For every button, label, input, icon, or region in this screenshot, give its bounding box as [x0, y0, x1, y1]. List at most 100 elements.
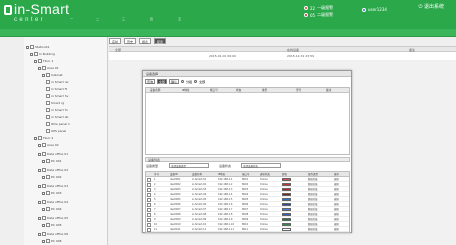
tree-item[interactable]: in Smart hv — [46, 93, 68, 99]
query-button[interactable]: 查询 — [145, 79, 156, 84]
nav-item-1[interactable]: 一 — [70, 17, 73, 21]
tree-checkbox[interactable] — [46, 239, 50, 243]
tree-item[interactable]: Area 02 — [38, 142, 59, 148]
tree-expand-icon[interactable] — [38, 66, 41, 70]
tree-item[interactable]: PC 004 — [42, 206, 62, 212]
tree-checkbox[interactable] — [46, 129, 50, 133]
row-checkbox[interactable] — [147, 192, 151, 197]
tree-item[interactable]: Data office 02 — [38, 167, 68, 173]
color-swatch[interactable] — [282, 223, 291, 226]
nav-item-5[interactable]: 五 — [178, 17, 181, 21]
tree-item[interactable]: Cabinet — [42, 72, 63, 78]
tree-item[interactable]: PC 006 — [42, 238, 62, 244]
tree-expand-icon[interactable] — [38, 232, 41, 236]
row-checkbox[interactable] — [147, 227, 151, 232]
tree-checkbox[interactable] — [42, 200, 46, 204]
tree-item[interactable]: PC 002 — [42, 174, 62, 180]
tree-item[interactable]: Data office 05 — [38, 215, 68, 221]
row-checkbox[interactable] — [147, 207, 151, 212]
radio-group-icon[interactable] — [181, 80, 185, 83]
tree-item[interactable]: Floor 2 — [34, 135, 53, 141]
tab-report[interactable]: 报表 — [139, 38, 151, 44]
color-swatch[interactable] — [282, 218, 291, 221]
tree-item[interactable]: in Smart ft — [46, 86, 67, 92]
tree-checkbox[interactable] — [46, 191, 50, 195]
tree-checkbox[interactable] — [46, 175, 50, 179]
nav-item-4[interactable]: 四 — [150, 17, 153, 21]
tree-item[interactable]: Floor 1 — [34, 58, 53, 64]
tree-checkbox[interactable] — [46, 101, 50, 105]
tree-expand-icon[interactable] — [38, 168, 41, 172]
color-swatch[interactable] — [282, 198, 291, 201]
tree-checkbox[interactable] — [42, 66, 46, 70]
tree-checkbox[interactable] — [38, 59, 42, 63]
all-button[interactable]: 全部 — [157, 79, 168, 84]
tab-realtime[interactable]: 实时 — [109, 38, 121, 44]
tree-expand-icon[interactable] — [34, 59, 37, 63]
tree-expand-icon[interactable] — [42, 207, 45, 211]
tree-item[interactable]: in Smart rw — [46, 79, 68, 85]
color-swatch[interactable] — [282, 203, 291, 206]
tree-expand-icon[interactable] — [30, 52, 33, 56]
tree-checkbox[interactable] — [46, 223, 50, 227]
tree-checkbox[interactable] — [42, 143, 46, 147]
filter-type-select[interactable]: 全部设备类型 — [169, 163, 209, 168]
tree-expand-icon[interactable] — [42, 191, 45, 195]
tree-expand-icon[interactable] — [42, 159, 45, 163]
tree-expand-icon[interactable] — [38, 152, 41, 156]
tree-item[interactable]: Area 01 — [38, 65, 59, 71]
tree-expand-icon[interactable] — [38, 216, 41, 220]
tree-checkbox[interactable] — [42, 152, 46, 156]
row-checkbox[interactable] — [147, 212, 151, 217]
tree-expand-icon[interactable] — [42, 73, 45, 77]
tree-item[interactable]: Data office 03 — [38, 183, 68, 189]
tree-checkbox[interactable] — [42, 232, 46, 236]
tab-history[interactable]: 历史 — [124, 38, 136, 44]
nav-item-3[interactable]: 三 — [122, 17, 125, 21]
tree-item[interactable]: Data office 01 — [38, 151, 68, 157]
tree-expand-icon[interactable] — [34, 136, 37, 140]
row-checkbox[interactable] — [147, 202, 151, 207]
tree-item[interactable]: in Smart ab — [46, 114, 68, 120]
tree-item[interactable]: PC 005 — [42, 222, 62, 228]
table-row[interactable]: 11 dev0011 in-Smart-11 192.168.1.11 8011 Onli… — [146, 227, 349, 232]
tab-config[interactable]: 配置 — [154, 38, 166, 44]
tree-expand-icon[interactable] — [38, 184, 41, 188]
tree-item[interactable]: Station01 — [26, 44, 49, 50]
tree-checkbox[interactable] — [46, 94, 50, 98]
alarm-level-1[interactable]: 22 一级报警 — [304, 5, 333, 11]
radio-all-icon[interactable] — [194, 80, 198, 83]
color-swatch[interactable] — [282, 193, 291, 196]
row-checkbox[interactable] — [147, 222, 151, 227]
tree-item[interactable]: PC 001 — [42, 158, 62, 164]
row-checkbox[interactable] — [147, 217, 151, 222]
filter-state-select[interactable]: 全部设备状态 — [241, 163, 281, 168]
tree-expand-icon[interactable] — [38, 200, 41, 204]
tree-checkbox[interactable] — [38, 136, 42, 140]
color-swatch[interactable] — [282, 183, 291, 186]
confirm-button[interactable]: 确认 — [169, 79, 180, 84]
logout-button[interactable]: ⏻ 退出系统 — [418, 3, 444, 10]
tree-checkbox[interactable] — [46, 207, 50, 211]
row-checkbox[interactable] — [147, 177, 151, 182]
tree-item[interactable]: Wire panel 1 — [46, 121, 70, 127]
color-swatch[interactable] — [282, 188, 291, 191]
tree-item[interactable]: in Smart fn — [46, 107, 68, 113]
tree-checkbox[interactable] — [46, 73, 50, 77]
tree-expand-icon[interactable] — [42, 223, 45, 227]
tree-expand-icon[interactable] — [42, 175, 45, 179]
color-swatch[interactable] — [282, 228, 291, 231]
tree-checkbox[interactable] — [42, 184, 46, 188]
tree-item[interactable]: Data office 06 — [38, 231, 68, 237]
row-checkbox[interactable] — [147, 197, 151, 202]
tree-checkbox[interactable] — [42, 216, 46, 220]
tree-item[interactable]: In Building — [30, 51, 55, 57]
tree-expand-icon[interactable] — [42, 239, 45, 243]
tree-item[interactable]: PC 003 — [42, 190, 62, 196]
tree-item[interactable]: Data office 04 — [38, 199, 68, 205]
cell-op[interactable]: 编辑 — [334, 227, 339, 232]
tree-item[interactable]: UPS panel — [46, 128, 66, 134]
nav-item-2[interactable]: 二 — [96, 17, 99, 21]
color-swatch[interactable] — [282, 178, 291, 181]
alarm-level-2[interactable]: 05 二级报警 — [304, 12, 333, 18]
